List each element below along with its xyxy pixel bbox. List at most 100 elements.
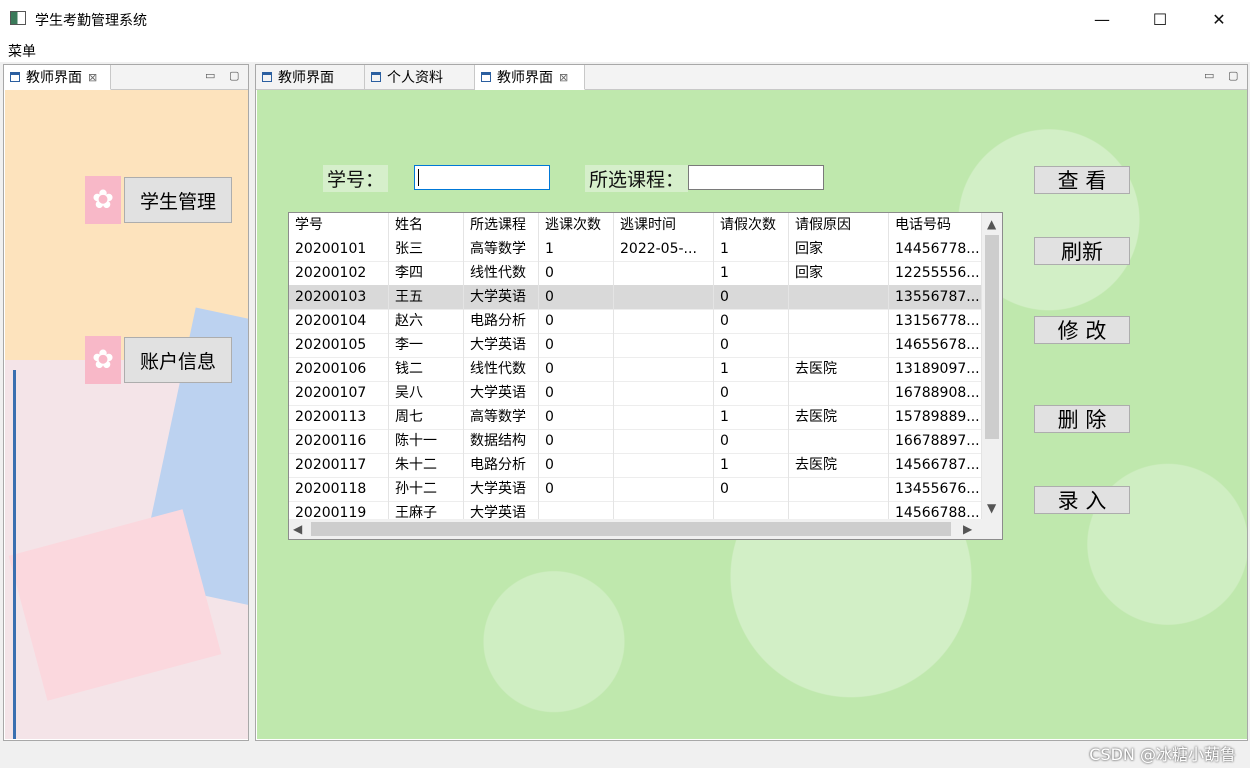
table-cell: 0 — [539, 405, 614, 429]
close-button[interactable]: ✕ — [1190, 0, 1248, 38]
tab-label: 个人资料 — [387, 70, 443, 86]
tab-profile[interactable]: 个人资料 — [365, 65, 475, 89]
table-cell — [789, 309, 889, 333]
vertical-scrollbar[interactable]: ▲ ▼ — [982, 213, 1002, 519]
horizontal-scrollbar[interactable]: ◀ ▶ — [289, 519, 1002, 539]
tab-teacher-2[interactable]: 教师界面 ⊠ — [475, 65, 585, 90]
table-cell: 14566787... — [889, 453, 982, 477]
column-header[interactable]: 姓名 — [389, 213, 464, 237]
scroll-down-icon[interactable]: ▼ — [987, 501, 996, 515]
table-cell — [614, 357, 714, 381]
table-cell: 0 — [539, 477, 614, 501]
table-cell: 钱二 — [389, 357, 464, 381]
scroll-left-icon[interactable]: ◀ — [293, 522, 302, 536]
status-bar — [0, 742, 1250, 768]
scroll-up-icon[interactable]: ▲ — [987, 217, 996, 231]
column-header[interactable]: 电话号码 — [889, 213, 982, 237]
course-input[interactable] — [688, 165, 824, 190]
table-cell: 回家 — [789, 261, 889, 285]
table-cell: 16788908... — [889, 381, 982, 405]
table-cell — [789, 429, 889, 453]
student-id-input[interactable] — [414, 165, 550, 190]
minimize-view-icon[interactable]: ▭ — [205, 69, 215, 82]
table-cell: 1 — [714, 237, 789, 261]
account-info-button[interactable]: 账户信息 — [124, 337, 232, 383]
tab-close-icon[interactable]: ⊠ — [88, 71, 97, 84]
right-tabstrip: 教师界面 个人资料 教师界面 ⊠ ▭ ▢ — [256, 65, 1247, 90]
table-row[interactable]: 20200117 朱十二 电路分析 0 1 去医院 14566787... — [289, 453, 982, 478]
table-cell: 李一 — [389, 333, 464, 357]
table-cell: 0 — [714, 381, 789, 405]
table-cell — [614, 381, 714, 405]
table-cell: 15789889... — [889, 405, 982, 429]
table-cell: 数据结构 — [464, 429, 539, 453]
table-cell: 孙十二 — [389, 477, 464, 501]
column-header[interactable]: 所选课程 — [464, 213, 539, 237]
table-cell: 20200103 — [289, 285, 389, 309]
right-view-panel: 教师界面 个人资料 教师界面 ⊠ ▭ ▢ 学号： 所选课程： 查 看 刷新 修 … — [255, 64, 1248, 741]
table-cell: 朱十二 — [389, 453, 464, 477]
table-row[interactable]: 20200118 孙十二 大学英语 0 0 13455676... — [289, 477, 982, 502]
table-cell: 13156778... — [889, 309, 982, 333]
table-row[interactable]: 20200105 李一 大学英语 0 0 14655678... — [289, 333, 982, 358]
table-cell: 0 — [714, 429, 789, 453]
table-cell: 0 — [539, 381, 614, 405]
column-header[interactable]: 学号 — [289, 213, 389, 237]
table-row[interactable]: 20200116 陈十一 数据结构 0 0 16678897... — [289, 429, 982, 454]
table-row[interactable]: 20200113 周七 高等数学 0 1 去医院 15789889... — [289, 405, 982, 430]
title-bar: 学生考勤管理系统 — ☐ ✕ — [0, 0, 1250, 38]
student-management-button[interactable]: 学生管理 — [124, 177, 232, 223]
table-cell: 13455676... — [889, 477, 982, 501]
tab-close-icon[interactable]: ⊠ — [559, 71, 568, 84]
maximize-button[interactable]: ☐ — [1131, 0, 1189, 38]
column-header[interactable]: 逃课次数 — [539, 213, 614, 237]
table-cell — [614, 261, 714, 285]
tab-label: 教师界面 — [278, 70, 334, 86]
table-cell: 0 — [714, 309, 789, 333]
column-header[interactable]: 请假原因 — [789, 213, 889, 237]
view-button[interactable]: 查 看 — [1034, 166, 1130, 194]
table-cell: 赵六 — [389, 309, 464, 333]
minimize-view-icon[interactable]: ▭ — [1204, 69, 1214, 82]
horizontal-scroll-thumb[interactable] — [311, 522, 951, 536]
table-cell: 1 — [714, 405, 789, 429]
table-cell: 1 — [539, 237, 614, 261]
table-row[interactable]: 20200102 李四 线性代数 0 1 回家 12255556... — [289, 261, 982, 286]
maximize-view-icon[interactable]: ▢ — [229, 69, 239, 82]
tab-teacher-1[interactable]: 教师界面 — [256, 65, 365, 89]
column-header[interactable]: 请假次数 — [714, 213, 789, 237]
insert-button[interactable]: 录 入 — [1034, 486, 1130, 514]
decor-blue-line — [13, 370, 16, 739]
table-cell — [614, 477, 714, 501]
maximize-view-icon[interactable]: ▢ — [1228, 69, 1238, 82]
refresh-button[interactable]: 刷新 — [1034, 237, 1130, 265]
table-cell: 20200104 — [289, 309, 389, 333]
edit-button[interactable]: 修 改 — [1034, 316, 1130, 344]
view-icon — [10, 72, 20, 82]
minimize-button[interactable]: — — [1073, 0, 1131, 38]
table-row[interactable]: 20200107 吴八 大学英语 0 0 16788908... — [289, 381, 982, 406]
table-cell: 20200105 — [289, 333, 389, 357]
table-row[interactable]: 20200103 王五 大学英语 0 0 13556787... — [289, 285, 982, 310]
table-row[interactable]: 20200101 张三 高等数学 1 2022-05-... 1 回家 14456778... — [289, 237, 982, 262]
table-row[interactable]: 20200104 赵六 电路分析 0 0 13156778... — [289, 309, 982, 334]
tab-teacher-left[interactable]: 教师界面 ⊠ — [4, 65, 111, 90]
course-label: 所选课程： — [585, 165, 689, 192]
view-icon — [371, 72, 381, 82]
table-cell: 大学英语 — [464, 381, 539, 405]
delete-button[interactable]: 删 除 — [1034, 405, 1130, 433]
table-cell — [789, 285, 889, 309]
right-content-area: 学号： 所选课程： 查 看 刷新 修 改 删 除 录 入 学号 姓名 所选课程 … — [257, 90, 1247, 739]
menu-item-main[interactable]: 菜单 — [8, 41, 36, 61]
table-cell: 20200117 — [289, 453, 389, 477]
table-cell: 李四 — [389, 261, 464, 285]
scroll-right-icon[interactable]: ▶ — [963, 522, 972, 536]
table-cell: 回家 — [789, 237, 889, 261]
table-row[interactable]: 20200106 钱二 线性代数 0 1 去医院 13189097... — [289, 357, 982, 382]
table-cell: 高等数学 — [464, 237, 539, 261]
view-icon — [262, 72, 272, 82]
vertical-scroll-thumb[interactable] — [985, 235, 999, 439]
column-header[interactable]: 逃课时间 — [614, 213, 714, 237]
attendance-table[interactable]: 学号 姓名 所选课程 逃课次数 逃课时间 请假次数 请假原因 电话号码 2020… — [288, 212, 1003, 540]
table-header: 学号 姓名 所选课程 逃课次数 逃课时间 请假次数 请假原因 电话号码 — [289, 213, 982, 237]
